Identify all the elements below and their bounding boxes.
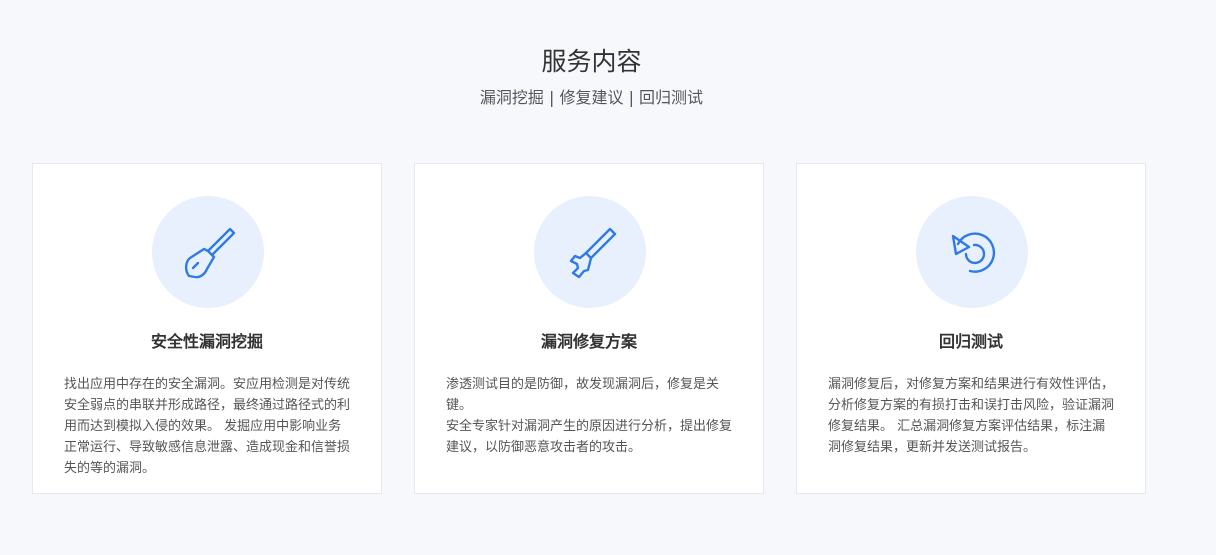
card-paragraph: 找出应用中存在的安全漏洞。安应用检测是对传统安全弱点的串联并形成路径，最终通过路…	[64, 377, 351, 476]
section-subtitle: 漏洞挖掘 | 修复建议 | 回归测试	[479, 88, 704, 107]
card-description: 找出应用中存在的安全漏洞。安应用检测是对传统安全弱点的串联并形成路径，最终通过路…	[64, 374, 352, 479]
card-paragraph: 漏洞修复后，对修复方案和结果进行有效性评估，分析修复方案的有损打击和误打击风险，…	[828, 377, 1115, 455]
service-cards: 安全性漏洞挖掘 找出应用中存在的安全漏洞。安应用检测是对传统安全弱点的串联并形成…	[32, 163, 1146, 494]
wrench-icon	[569, 227, 617, 279]
section-title: 服务内容	[541, 47, 642, 76]
service-card-fix-plan: 漏洞修复方案 渗透测试目的是防御，故发现漏洞后，修复是关键。 安全专家针对漏洞产…	[414, 163, 764, 494]
shovel-icon	[184, 227, 236, 279]
service-card-regression: 回归测试 漏洞修复后，对修复方案和结果进行有效性评估，分析修复方案的有损打击和误…	[796, 163, 1146, 494]
card-title: 回归测试	[938, 332, 1003, 351]
icon-badge	[916, 196, 1028, 308]
card-title: 漏洞修复方案	[540, 332, 637, 351]
card-title: 安全性漏洞挖掘	[150, 332, 263, 351]
icon-badge	[152, 196, 264, 308]
card-description: 漏洞修复后，对修复方案和结果进行有效性评估，分析修复方案的有损打击和误打击风险，…	[828, 374, 1116, 458]
card-paragraph: 安全专家针对漏洞产生的原因进行分析，提出修复建议，以防御恶意攻击者的攻击。	[446, 419, 733, 455]
service-card-vuln-mining: 安全性漏洞挖掘 找出应用中存在的安全漏洞。安应用检测是对传统安全弱点的串联并形成…	[32, 163, 382, 494]
icon-badge	[534, 196, 646, 308]
refresh-icon	[951, 232, 996, 273]
card-description: 渗透测试目的是防御，故发现漏洞后，修复是关键。 安全专家针对漏洞产生的原因进行分…	[446, 374, 734, 458]
card-paragraph: 渗透测试目的是防御，故发现漏洞后，修复是关键。	[446, 377, 720, 413]
